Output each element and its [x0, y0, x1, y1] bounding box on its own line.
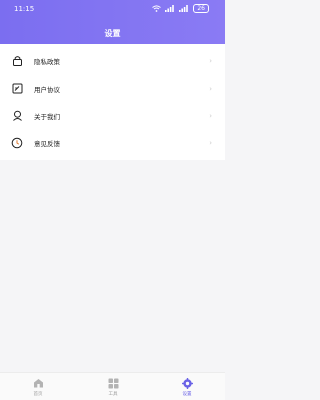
- chevron-right-icon: ›: [209, 84, 212, 93]
- feedback-item[interactable]: 意见反馈 ›: [0, 129, 225, 156]
- signal-icon: [165, 5, 175, 12]
- lock-icon: [11, 55, 23, 67]
- tools-icon: [107, 377, 119, 389]
- chevron-right-icon: ›: [209, 111, 212, 120]
- tab-tools[interactable]: 工具: [93, 377, 133, 399]
- top-header: 11:15 26 设置: [0, 0, 225, 44]
- feedback-label: 意见反馈: [34, 139, 60, 148]
- bottom-tab-bar: 首页 工具 设置: [0, 372, 225, 400]
- feedback-clock-icon: [11, 137, 23, 149]
- document-edit-icon: [11, 83, 23, 95]
- tab-home-label: 首页: [33, 392, 43, 397]
- tab-settings-label: 设置: [182, 392, 192, 397]
- settings-list: 隐私政策 › 用户协议 › 关于我们 › 意见反馈 ›: [0, 44, 225, 160]
- status-indicators: 26: [152, 4, 209, 13]
- home-icon: [32, 377, 44, 389]
- status-time: 11:15: [14, 5, 35, 13]
- status-bar: 11:15 26: [0, 0, 225, 18]
- battery-indicator: 26: [193, 4, 209, 13]
- settings-gear-icon: [181, 377, 193, 389]
- tab-settings[interactable]: 设置: [167, 377, 207, 399]
- user-agreement-label: 用户协议: [34, 85, 60, 94]
- about-us-label: 关于我们: [34, 112, 60, 121]
- chevron-right-icon: ›: [209, 138, 212, 147]
- tab-tools-label: 工具: [108, 392, 118, 397]
- signal-icon-2: [179, 5, 189, 12]
- tab-home[interactable]: 首页: [18, 377, 58, 399]
- wifi-icon: [152, 5, 162, 12]
- user-agreement-item[interactable]: 用户协议 ›: [0, 75, 225, 102]
- privacy-policy-label: 隐私政策: [34, 57, 60, 66]
- chevron-right-icon: ›: [209, 56, 212, 65]
- privacy-policy-item[interactable]: 隐私政策 ›: [0, 47, 225, 74]
- about-us-item[interactable]: 关于我们 ›: [0, 102, 225, 129]
- page-title: 设置: [104, 29, 121, 38]
- user-icon: [11, 110, 23, 122]
